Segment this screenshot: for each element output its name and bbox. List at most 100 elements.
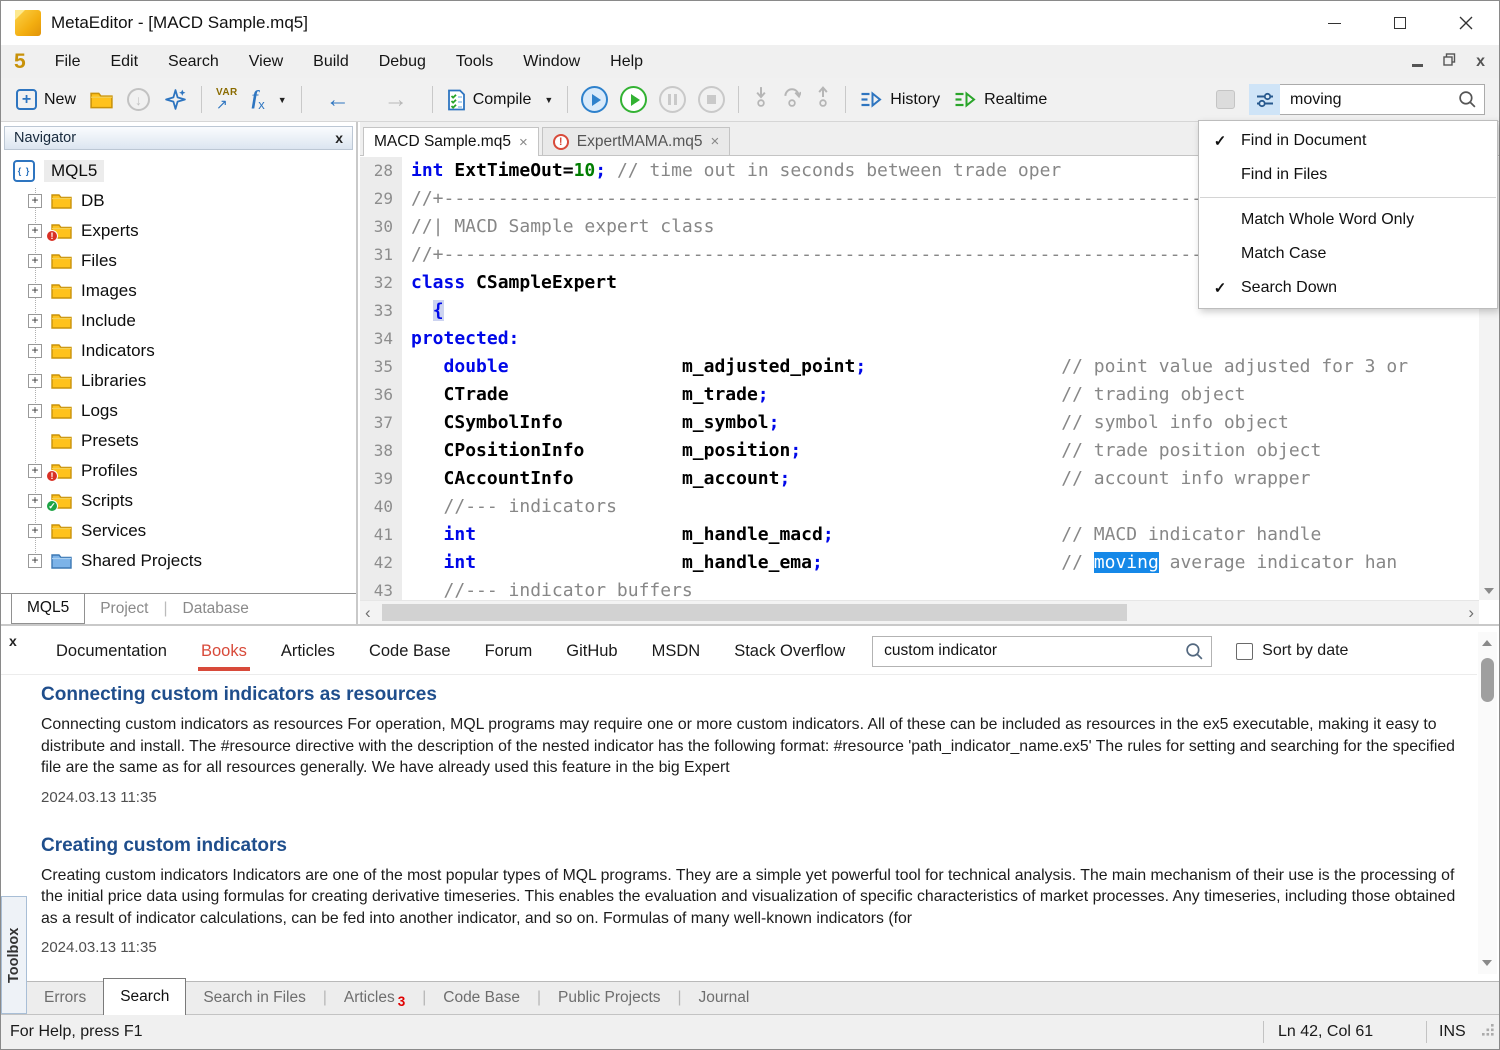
scroll-down-icon[interactable] — [1482, 960, 1492, 966]
compile-button[interactable]: Compile ▼ — [440, 85, 561, 115]
new-button[interactable]: + New — [9, 85, 83, 114]
scroll-up-icon[interactable] — [1482, 640, 1492, 646]
toolbox-bottom-tab-errors[interactable]: Errors — [27, 982, 103, 1014]
scroll-right-icon[interactable]: › — [1468, 604, 1474, 621]
styler-button[interactable] — [1216, 90, 1235, 109]
line-number[interactable]: 29 — [360, 185, 402, 213]
search-menu-item-match-case[interactable]: Match Case — [1199, 237, 1497, 271]
expand-icon[interactable]: + — [28, 374, 42, 388]
toolbox-tab-msdn[interactable]: MSDN — [635, 630, 718, 672]
mdi-restore-icon[interactable] — [1443, 53, 1456, 71]
tree-item-logs[interactable]: +Logs — [7, 396, 352, 426]
code-line-34[interactable]: 34protected: — [360, 325, 1479, 353]
toolbox-tab-forum[interactable]: Forum — [468, 630, 550, 672]
variables-button[interactable]: VAR↗ — [209, 84, 245, 115]
code-line-35[interactable]: 35 double m_adjusted_point; // point val… — [360, 353, 1479, 381]
line-number[interactable]: 30 — [360, 213, 402, 241]
toolbox-tab-books[interactable]: Books — [184, 630, 264, 672]
sort-by-date-checkbox[interactable] — [1236, 643, 1253, 660]
maximize-button[interactable] — [1367, 1, 1433, 45]
toolbox-panel-label[interactable]: Toolbox — [1, 896, 27, 1014]
expand-icon[interactable]: + — [28, 254, 42, 268]
tree-item-images[interactable]: +Images — [7, 276, 352, 306]
mdi-close-icon[interactable]: x — [1476, 54, 1485, 70]
toolbox-close-icon[interactable]: x — [9, 633, 17, 649]
menu-help[interactable]: Help — [595, 45, 658, 78]
mql5-wizard-button[interactable] — [157, 84, 194, 115]
navigator-tab-project[interactable]: Project — [85, 594, 163, 624]
search-options-button[interactable] — [1249, 84, 1280, 115]
line-number[interactable]: 41 — [360, 521, 402, 549]
navigator-close-icon[interactable]: x — [335, 130, 343, 146]
tree-root-mql5[interactable]: { }MQL5 — [7, 156, 352, 186]
result-title[interactable]: Creating custom indicators — [41, 835, 1457, 857]
menu-view[interactable]: View — [234, 45, 298, 78]
expand-icon[interactable]: + — [28, 554, 42, 568]
expand-icon[interactable]: + — [28, 194, 42, 208]
toolbar-search-input[interactable] — [1280, 91, 1458, 109]
toolbox-tab-stack-overflow[interactable]: Stack Overflow — [717, 630, 862, 672]
expand-icon[interactable]: + — [28, 524, 42, 538]
functions-button[interactable]: fx ▼ — [245, 83, 294, 116]
expand-icon[interactable]: + — [28, 314, 42, 328]
tree-item-profiles[interactable]: +!Profiles — [7, 456, 352, 486]
close-tab-icon[interactable]: × — [519, 134, 528, 151]
tree-item-presets[interactable]: Presets — [7, 426, 352, 456]
line-number[interactable]: 33 — [360, 297, 402, 325]
editor-tab-expertmama-mq5[interactable]: !ExpertMAMA.mq5× — [542, 127, 731, 155]
toolbox-bottom-tab-search-in-files[interactable]: Search in Files — [186, 982, 323, 1014]
navigate-back-button[interactable]: ← — [309, 84, 367, 116]
search-menu-item-find-in-document[interactable]: ✓Find in Document — [1199, 124, 1497, 158]
close-tab-icon[interactable]: × — [711, 133, 720, 150]
search-menu-item-search-down[interactable]: ✓Search Down — [1199, 271, 1497, 305]
debug-stop-button[interactable] — [698, 86, 725, 113]
tree-item-db[interactable]: +DB — [7, 186, 352, 216]
line-number[interactable]: 42 — [360, 549, 402, 577]
code-line-41[interactable]: 41 int m_handle_macd; // MACD indicator … — [360, 521, 1479, 549]
debug-continue-button[interactable] — [581, 86, 608, 113]
expand-icon[interactable]: + — [28, 224, 42, 238]
code-line-38[interactable]: 38 CPositionInfo m_position; // trade po… — [360, 437, 1479, 465]
editor-tab-macd-sample-mq5[interactable]: MACD Sample.mq5× — [363, 127, 539, 156]
tree-item-experts[interactable]: +!Experts — [7, 216, 352, 246]
line-number[interactable]: 37 — [360, 409, 402, 437]
line-number[interactable]: 43 — [360, 577, 402, 600]
scroll-left-icon[interactable]: ‹ — [365, 604, 371, 621]
code-line-36[interactable]: 36 CTrade m_trade; // trading object — [360, 381, 1479, 409]
toolbox-tab-articles[interactable]: Articles — [264, 630, 352, 672]
search-menu-item-find-in-files[interactable]: Find in Files — [1199, 158, 1497, 192]
expand-icon[interactable]: + — [28, 344, 42, 358]
toolbox-scrollbar[interactable] — [1478, 632, 1497, 974]
toolbox-bottom-tab-code-base[interactable]: Code Base — [426, 982, 537, 1014]
tree-item-files[interactable]: +Files — [7, 246, 352, 276]
menu-file[interactable]: File — [40, 45, 96, 78]
code-line-42[interactable]: 42 int m_handle_ema; // moving average i… — [360, 549, 1479, 577]
toolbox-tab-code-base[interactable]: Code Base — [352, 630, 468, 672]
expand-icon[interactable]: + — [28, 494, 42, 508]
search-menu-item-match-whole-word-only[interactable]: Match Whole Word Only — [1199, 203, 1497, 237]
navigator-tab-mql5[interactable]: MQL5 — [11, 594, 85, 624]
line-number[interactable]: 32 — [360, 269, 402, 297]
navigate-forward-button[interactable]: → — [367, 84, 425, 116]
line-number[interactable]: 36 — [360, 381, 402, 409]
code-line-37[interactable]: 37 CSymbolInfo m_symbol; // symbol info … — [360, 409, 1479, 437]
tree-item-shared-projects[interactable]: +Shared Projects — [7, 546, 352, 576]
toolbox-bottom-tab-public-projects[interactable]: Public Projects — [541, 982, 678, 1014]
close-button[interactable] — [1433, 1, 1499, 45]
line-number[interactable]: 28 — [360, 157, 402, 185]
expand-icon[interactable]: + — [28, 464, 42, 478]
code-line-40[interactable]: 40 //--- indicators — [360, 493, 1479, 521]
realtime-button[interactable]: Realtime — [947, 87, 1054, 113]
save-button[interactable]: ↓ — [120, 84, 157, 115]
open-folder-button[interactable] — [83, 87, 120, 113]
line-number[interactable]: 34 — [360, 325, 402, 353]
toolbox-bottom-tab-journal[interactable]: Journal — [682, 982, 767, 1014]
toolbox-bottom-tab-search[interactable]: Search — [103, 978, 186, 1015]
step-into-button[interactable] — [753, 86, 769, 113]
scrollbar-thumb[interactable] — [382, 604, 1127, 621]
mdi-minimize-icon[interactable] — [1412, 64, 1423, 67]
editor-horizontal-scrollbar[interactable]: ‹ › — [360, 600, 1479, 624]
menu-edit[interactable]: Edit — [95, 45, 153, 78]
history-button[interactable]: History — [853, 87, 947, 113]
toolbox-tab-github[interactable]: GitHub — [549, 630, 634, 672]
